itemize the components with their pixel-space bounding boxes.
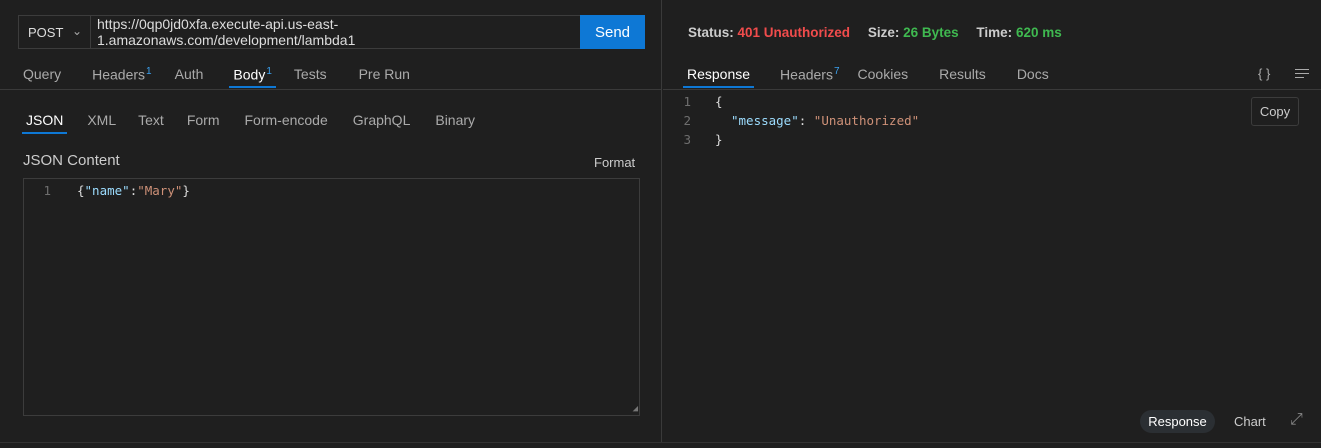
tab-form[interactable]: Form	[187, 112, 220, 128]
time-value: 620 ms	[1015, 25, 1062, 40]
resize-handle-icon[interactable]: ◢	[633, 404, 638, 414]
expand-icon[interactable]: ⤢	[1290, 411, 1303, 429]
tab-results[interactable]: Results	[939, 66, 986, 82]
tab-form-encode[interactable]: Form-encode	[245, 112, 328, 128]
request-pane: POST ⌄ https://0qp0jd0xfa.execute-api.us…	[0, 0, 662, 442]
tab-query[interactable]: Query	[23, 66, 61, 82]
tab-xml[interactable]: XML	[87, 112, 116, 128]
chevron-down-icon: ⌄	[72, 24, 83, 38]
view-response-button[interactable]: Response	[1140, 410, 1215, 433]
response-body: 1{ 2 "message": "Unauthorized" 3}	[663, 92, 919, 149]
tabs-divider	[0, 89, 662, 90]
tab-auth[interactable]: Auth	[175, 66, 204, 82]
tab-graphql[interactable]: GraphQL	[353, 112, 411, 128]
code-line: 3}	[683, 132, 723, 147]
tabs-divider	[663, 89, 1321, 90]
response-pane: Status: 401 Unauthorized Size: 26 Bytes …	[663, 0, 1321, 442]
tab-cookies[interactable]: Cookies	[858, 66, 909, 82]
response-headers-count-badge: 7	[833, 65, 840, 77]
view-chart-button[interactable]: Chart	[1234, 414, 1266, 429]
json-content-label: JSON Content	[23, 152, 120, 169]
method-select[interactable]: POST ⌄	[18, 15, 91, 49]
body-count-badge: 1	[266, 65, 272, 77]
tab-pre-run[interactable]: Pre Run	[359, 66, 410, 82]
response-status-bar: Status: 401 Unauthorized Size: 26 Bytes …	[688, 25, 1062, 40]
send-button[interactable]: Send	[580, 15, 645, 49]
tab-text[interactable]: Text	[138, 112, 164, 128]
headers-count-badge: 1	[146, 65, 152, 77]
tab-response[interactable]: Response	[682, 66, 755, 88]
url-input[interactable]: https://0qp0jd0xfa.execute-api.us-east-1…	[90, 15, 581, 49]
tab-response-headers[interactable]: Headers7	[780, 66, 839, 83]
format-button[interactable]: Format	[594, 155, 635, 170]
size-value: 26 Bytes	[903, 25, 959, 40]
code-line: 2 "message": "Unauthorized"	[683, 113, 920, 128]
tab-docs[interactable]: Docs	[1017, 66, 1049, 82]
tab-json[interactable]: JSON	[21, 112, 68, 134]
menu-icon[interactable]	[1295, 69, 1309, 78]
code-line: 1{	[683, 94, 723, 109]
bottom-border	[0, 442, 1321, 443]
line-number: 1	[43, 183, 51, 198]
copy-button[interactable]: Copy	[1251, 97, 1299, 126]
method-value: POST	[28, 24, 64, 40]
body-type-tabs: JSON XML Text Form Form-encode GraphQL B…	[21, 105, 475, 135]
json-editor[interactable]: 1 {"name":"Mary"} ◢	[23, 178, 640, 416]
tab-tests[interactable]: Tests	[294, 66, 327, 82]
braces-icon[interactable]: { }	[1258, 66, 1270, 81]
response-tabs: Response Headers7 Cookies Results Docs	[682, 59, 1049, 89]
request-tabs: Query Headers1 Auth Body1 Tests Pre Run	[23, 59, 410, 89]
tab-binary[interactable]: Binary	[435, 112, 475, 128]
tab-headers[interactable]: Headers1	[92, 66, 151, 83]
tab-body[interactable]: Body1	[229, 65, 277, 88]
status-value: 401 Unauthorized	[737, 25, 851, 40]
